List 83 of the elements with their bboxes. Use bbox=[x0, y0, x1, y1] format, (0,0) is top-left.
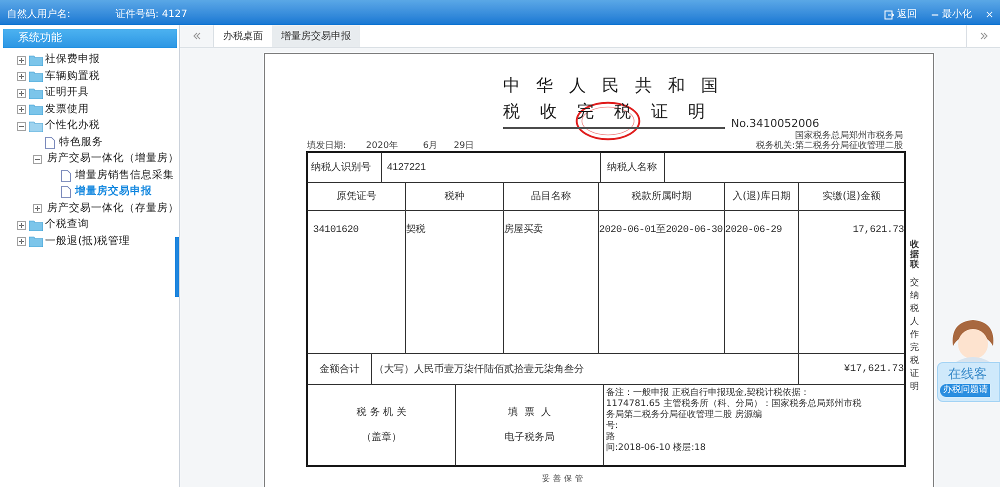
table-cell: 契税 bbox=[406, 225, 426, 236]
total-amount: ¥17,621.73 bbox=[844, 362, 904, 376]
issue-day: 29日 bbox=[454, 142, 474, 151]
document-icon bbox=[61, 170, 71, 182]
copy-label: 收据联 bbox=[910, 241, 919, 271]
folder-icon bbox=[29, 54, 43, 66]
tree-item[interactable]: 房产交易一体化（增量房） bbox=[47, 151, 179, 168]
close-button[interactable] bbox=[986, 11, 993, 18]
folder-icon bbox=[29, 104, 43, 116]
authority-label: 税 务 机 关 bbox=[356, 406, 406, 420]
tree-item[interactable]: 增量房销售信息采集 bbox=[75, 168, 174, 184]
folder-icon bbox=[29, 88, 43, 99]
scrollbar[interactable] bbox=[175, 237, 179, 297]
tree-item[interactable]: 发票使用 bbox=[45, 102, 89, 118]
field-label: 纳税人识别号 bbox=[311, 160, 371, 175]
tax-authority: 税务机关:第二税务分局征收管理二股 bbox=[756, 142, 903, 151]
expand-toggle[interactable] bbox=[17, 72, 26, 82]
document-icon bbox=[45, 136, 55, 149]
remarks-line: 备注：一般申报 正税自行申报现金,契税计税依据： bbox=[606, 388, 811, 398]
column-header: 原凭证号 bbox=[336, 190, 376, 204]
tree-item[interactable]: 一般退(抵)税管理 bbox=[45, 234, 130, 250]
folder-icon bbox=[29, 220, 43, 231]
remarks-line: 务局第二税务分局征收管理二股 房源编 bbox=[606, 410, 763, 421]
double-chevron-right-icon bbox=[980, 32, 988, 40]
column-header: 实缴(退)金额 bbox=[822, 190, 880, 204]
total-in-words: （大写）人民币壹万柒仟陆佰贰拾壹元柒角叁分 bbox=[374, 362, 584, 376]
tree-item[interactable]: 车辆购置税 bbox=[45, 68, 100, 85]
table-cell: 房屋买卖 bbox=[504, 225, 543, 236]
field-label: 纳税人名称 bbox=[607, 160, 657, 175]
tree-item[interactable]: 社保费申报 bbox=[45, 52, 100, 68]
column-header: 入(退)库日期 bbox=[732, 190, 790, 204]
user-name-label: 自然人用户名: bbox=[7, 8, 70, 22]
collapse-toggle[interactable] bbox=[17, 122, 26, 131]
document-title: 中华人民共和国 bbox=[503, 75, 734, 98]
remarks-line: 1174781.65 主管税务所（科、分局）：国家税务总局郑州市税 bbox=[606, 399, 862, 410]
tree-item[interactable]: 特色服务 bbox=[59, 134, 103, 151]
issue-year: 2020年 bbox=[366, 142, 398, 151]
table-cell: 2020-06-01至2020-06-30 bbox=[599, 225, 723, 236]
tree-item[interactable]: 个性化办税 bbox=[45, 118, 100, 134]
expand-toggle[interactable] bbox=[17, 56, 26, 65]
tab[interactable]: 增量房交易申报 bbox=[272, 25, 360, 47]
tree-item[interactable]: 房产交易一体化（存量房） bbox=[47, 200, 179, 217]
table-cell: 34101620 bbox=[313, 225, 359, 236]
expand-toggle[interactable] bbox=[17, 220, 26, 230]
expand-toggle[interactable] bbox=[17, 237, 26, 246]
tree-item[interactable]: 证明开具 bbox=[45, 85, 89, 102]
expand-toggle[interactable] bbox=[33, 204, 42, 214]
keep-note: 妥善保管 bbox=[542, 473, 586, 485]
issue-month: 6月 bbox=[422, 142, 438, 151]
remarks-line: 号: bbox=[606, 421, 620, 432]
table-cell: 2020-06-29 bbox=[725, 225, 782, 236]
expand-toggle[interactable] bbox=[17, 105, 26, 114]
certificate-number: No.3410052006 bbox=[731, 118, 820, 130]
folder-icon bbox=[29, 236, 43, 248]
folder-icon bbox=[29, 71, 43, 82]
column-header: 品目名称 bbox=[531, 190, 571, 204]
chat-subtitle: 办税问题请 bbox=[940, 384, 990, 397]
expand-toggle[interactable] bbox=[17, 88, 26, 98]
table-cell: 17,621.73 bbox=[852, 225, 904, 236]
column-header: 税款所属时期 bbox=[632, 190, 692, 204]
remarks-line: 间:2018-06-10 楼层:18 bbox=[606, 443, 707, 454]
issue-date-label: 填发日期: bbox=[307, 142, 346, 151]
sidebar-title: 系统功能 bbox=[3, 29, 177, 48]
column-header: 税种 bbox=[444, 190, 464, 204]
copy-note: 交纳税人作完税证明 bbox=[910, 276, 919, 394]
chat-title: 在线客 bbox=[948, 367, 987, 382]
document-icon bbox=[61, 186, 71, 198]
back-button[interactable]: 返回 bbox=[884, 7, 917, 22]
folder-icon bbox=[29, 120, 43, 132]
issuer-name: 电子税务局 bbox=[504, 430, 554, 445]
double-chevron-left-icon bbox=[192, 32, 200, 40]
exit-icon bbox=[884, 10, 894, 20]
table-cell-text: 4127221 bbox=[387, 161, 426, 175]
collapse-toggle[interactable] bbox=[33, 154, 42, 164]
id-number-label: 证件号码: 4127 bbox=[115, 8, 188, 22]
tree-item[interactable]: 增量房交易申报 bbox=[75, 184, 152, 200]
remarks-line: 路 bbox=[606, 432, 616, 442]
total-label: 金额合计 bbox=[320, 362, 360, 376]
tree-item[interactable]: 个税查询 bbox=[45, 217, 89, 234]
seal-label: （盖章） bbox=[362, 430, 402, 445]
tax-authority: 国家税务总局郑州市税务局 bbox=[795, 132, 903, 141]
minimize-button[interactable]: 最小化 bbox=[931, 7, 972, 22]
issuer-label: 填 票 人 bbox=[508, 406, 551, 420]
